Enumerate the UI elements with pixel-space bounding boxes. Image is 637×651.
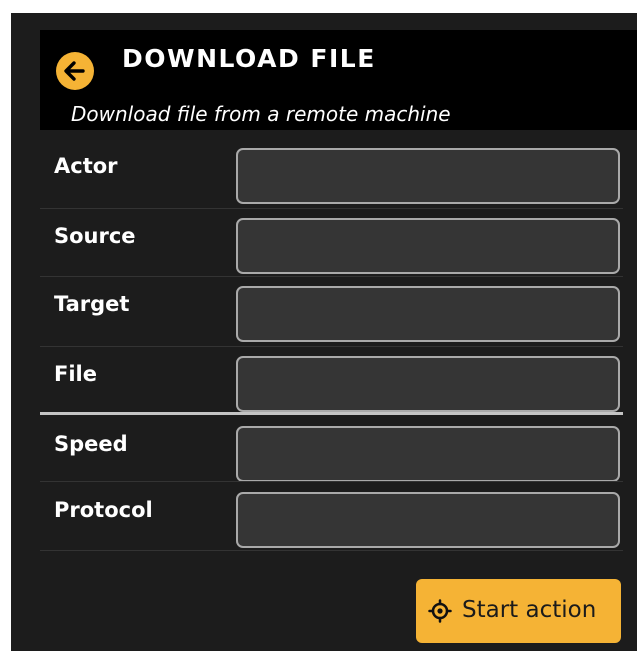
file-field[interactable] [236, 356, 620, 412]
target-label: Target [54, 292, 130, 316]
protocol-field[interactable] [236, 492, 620, 548]
protocol-label: Protocol [54, 498, 153, 522]
start-action-button[interactable]: Start action [416, 579, 621, 643]
crosshair-icon [428, 599, 452, 623]
download-file-panel: DOWNLOAD FILE Download file from a remot… [11, 13, 637, 651]
source-label: Source [54, 224, 136, 248]
row-divider [40, 346, 623, 347]
speed-field[interactable] [236, 426, 620, 482]
file-label: File [54, 362, 97, 386]
page-subtitle: Download file from a remote machine [71, 102, 451, 126]
back-button[interactable] [56, 52, 94, 90]
start-action-label: Start action [462, 597, 597, 623]
row-divider [40, 276, 623, 277]
source-field[interactable] [236, 218, 620, 274]
row-divider [40, 550, 623, 551]
row-divider [40, 481, 623, 482]
section-divider [40, 412, 623, 415]
actor-label: Actor [54, 154, 118, 178]
target-field[interactable] [236, 286, 620, 342]
panel-header: DOWNLOAD FILE Download file from a remot… [40, 30, 637, 130]
arrow-left-icon [64, 61, 85, 81]
page-title: DOWNLOAD FILE [122, 44, 376, 73]
row-divider [40, 208, 623, 209]
speed-label: Speed [54, 432, 128, 456]
actor-field[interactable] [236, 148, 620, 204]
